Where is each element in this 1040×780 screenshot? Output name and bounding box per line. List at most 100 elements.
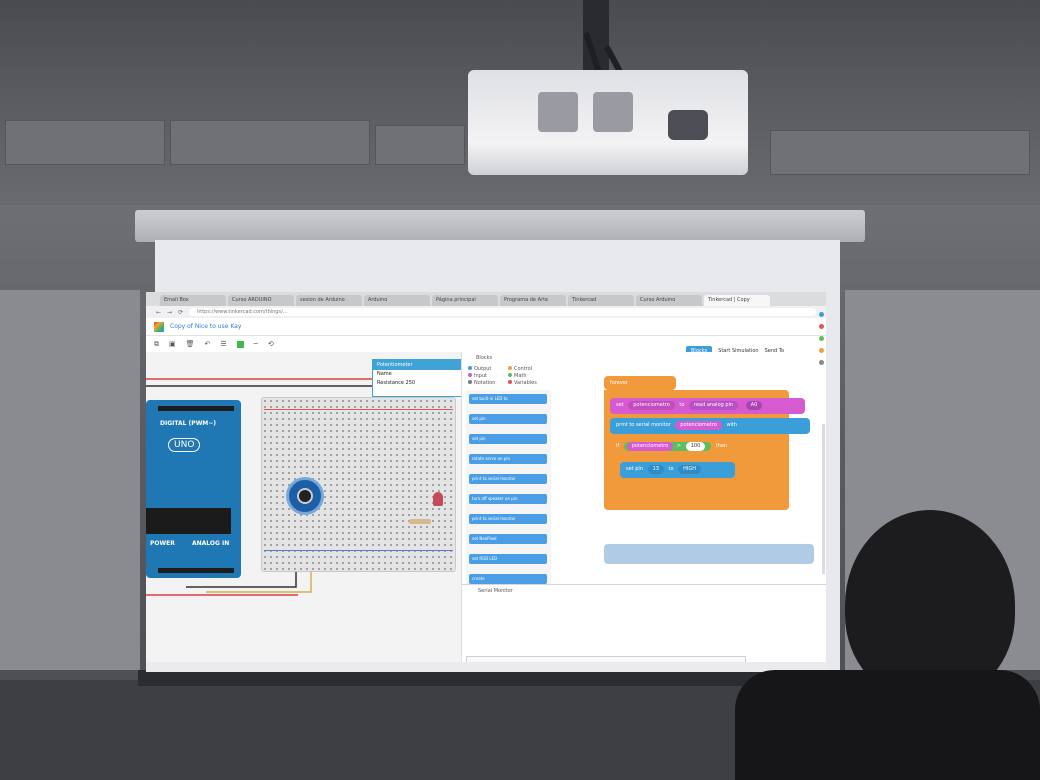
set-variable-block[interactable]: set potenciometro to read analog pin A0 [610, 398, 805, 414]
compare-var-pill[interactable]: potenciometro [626, 442, 674, 451]
rotate-icon[interactable]: ⟲ [268, 340, 274, 348]
back-icon[interactable]: ← [156, 309, 161, 316]
microcontroller-chip [146, 508, 231, 534]
browser-tab[interactable]: Email Box [160, 295, 226, 306]
undo-icon[interactable]: ↶ [205, 340, 211, 348]
control-dot-icon [508, 366, 512, 370]
ceiling-panel [170, 120, 370, 165]
digital-label: DIGITAL (PWM~) [160, 420, 217, 427]
red-led[interactable] [433, 492, 443, 506]
ground-rail [264, 550, 453, 551]
design-title[interactable]: Copy of Nice to use Kay [170, 323, 241, 330]
pin-number-pill[interactable]: 13 [647, 465, 664, 474]
potentiometer[interactable] [286, 477, 324, 515]
projector [468, 70, 748, 175]
resistance-row[interactable]: Resistance 250 [373, 379, 463, 388]
student-body [735, 670, 1040, 780]
palette-block[interactable]: set RGB LED [469, 554, 547, 564]
browser-tab-active[interactable]: Tinkercad | Copy [704, 295, 770, 306]
extension-icon[interactable] [818, 312, 824, 317]
palette-block[interactable]: rotate servo on pin [469, 454, 547, 464]
resistance-value[interactable]: 250 [406, 380, 416, 386]
palette-block[interactable]: print to serial monitor [469, 474, 547, 484]
copy-icon[interactable]: ⧉ [154, 340, 159, 349]
extension-icon[interactable] [818, 336, 824, 341]
ceiling-panel [375, 125, 465, 165]
projector-lens [668, 110, 708, 140]
browser-tab[interactable]: Página principal [432, 295, 498, 306]
forever-block[interactable]: forever [604, 376, 676, 390]
input-dot-icon [468, 373, 472, 377]
analog-header [158, 568, 234, 573]
resistor[interactable] [409, 519, 431, 524]
palette-block[interactable]: create [469, 574, 547, 584]
projector-vent [593, 92, 633, 132]
ceiling-panel [770, 130, 1030, 175]
forward-icon[interactable]: → [167, 309, 172, 316]
palette-block[interactable]: set pin [469, 434, 547, 444]
code-header: Blocks [462, 352, 826, 364]
uno-label: UNO [168, 438, 201, 452]
palette-block[interactable]: print to serial monitor [469, 514, 547, 524]
color-icon[interactable] [236, 340, 244, 348]
power-rail [264, 409, 453, 410]
extension-icon[interactable] [818, 360, 824, 365]
panel-header: Potentiometer [373, 360, 463, 370]
delete-icon[interactable]: 🗑 [186, 340, 195, 348]
analog-label: ANALOG IN [192, 540, 230, 547]
palette-block[interactable]: set pin [469, 414, 547, 424]
browser-extension-strip [816, 312, 826, 442]
tab-bar: Email Box Curso ARDUINO sesion de Arduin… [146, 292, 826, 306]
output-dot-icon [468, 366, 472, 370]
url-field[interactable]: https://www.tinkercad.com/things/... [189, 308, 816, 316]
palette-block[interactable]: turn off speaker on pin [469, 494, 547, 504]
variable-pill[interactable]: potenciometro [628, 401, 675, 410]
palette-block[interactable]: set built-in LED to [469, 394, 547, 404]
resistance-label: Resistance [377, 380, 404, 386]
digital-header [158, 406, 234, 411]
component-properties-panel[interactable]: Potentiometer Name Resistance 250 [372, 359, 464, 397]
compare-pill[interactable]: potenciometro > 100 [623, 442, 712, 451]
threshold-pill[interactable]: 100 [685, 442, 706, 451]
browser-tab[interactable]: Tinkercad [568, 295, 634, 306]
browser-window: Email Box Curso ARDUINO sesion de Arduin… [146, 292, 826, 672]
read-analog-pill[interactable]: read analog pin [689, 401, 739, 410]
ceiling-panel [5, 120, 165, 165]
palette-title: Blocks [476, 355, 493, 361]
extension-icon[interactable] [818, 324, 824, 329]
if-block[interactable]: if potenciometro > 100 then [610, 439, 775, 457]
print-var-pill[interactable]: potenciometro [675, 421, 722, 430]
set-pin-block[interactable]: set pin 13 to HIGH [620, 462, 735, 478]
browser-tab[interactable]: Programa de Arte [500, 295, 566, 306]
extension-icon[interactable] [818, 348, 824, 353]
potentiometer-knob[interactable] [297, 488, 313, 504]
student-silhouette [735, 510, 1040, 780]
paste-icon[interactable]: ▣ [169, 340, 176, 348]
analog-pin-pill[interactable]: A0 [745, 401, 763, 410]
block-palette: set built-in LED to set pin set pin rota… [466, 390, 551, 600]
browser-tab[interactable]: Curso ARDUINO [228, 295, 294, 306]
print-serial-block[interactable]: print to serial monitor potenciometro wi… [610, 418, 810, 434]
projector-vent [538, 92, 578, 132]
tinkercad-logo-icon[interactable] [154, 321, 164, 332]
palette-block[interactable]: set NeoPixel [469, 534, 547, 544]
name-label: Name [377, 371, 392, 377]
screen-rail [135, 210, 865, 242]
power-label: POWER [150, 540, 175, 547]
notes-icon[interactable]: ☰ [220, 340, 226, 348]
math-dot-icon [508, 373, 512, 377]
arduino-board[interactable]: DIGITAL (PWM~) UNO POWER ANALOG IN [146, 400, 241, 578]
reload-icon[interactable]: ⟳ [178, 309, 183, 316]
pin-state-pill[interactable]: HIGH [678, 465, 702, 474]
line-icon[interactable]: ─ [254, 340, 258, 348]
browser-tab[interactable]: Curso Arduino [636, 295, 702, 306]
compare-operator[interactable]: > [677, 443, 681, 449]
browser-tab[interactable]: sesion de Arduino [296, 295, 362, 306]
whiteboard-left [0, 290, 140, 670]
address-bar: ← → ⟳ https://www.tinkercad.com/things/.… [146, 306, 826, 318]
variables-dot-icon [508, 380, 512, 384]
app-header: Copy of Nice to use Kay [146, 318, 826, 336]
circuit-canvas[interactable]: Potentiometer Name Resistance 250 DIGITA… [146, 352, 464, 672]
notation-dot-icon [468, 380, 472, 384]
browser-tab[interactable]: Arduino [364, 295, 430, 306]
